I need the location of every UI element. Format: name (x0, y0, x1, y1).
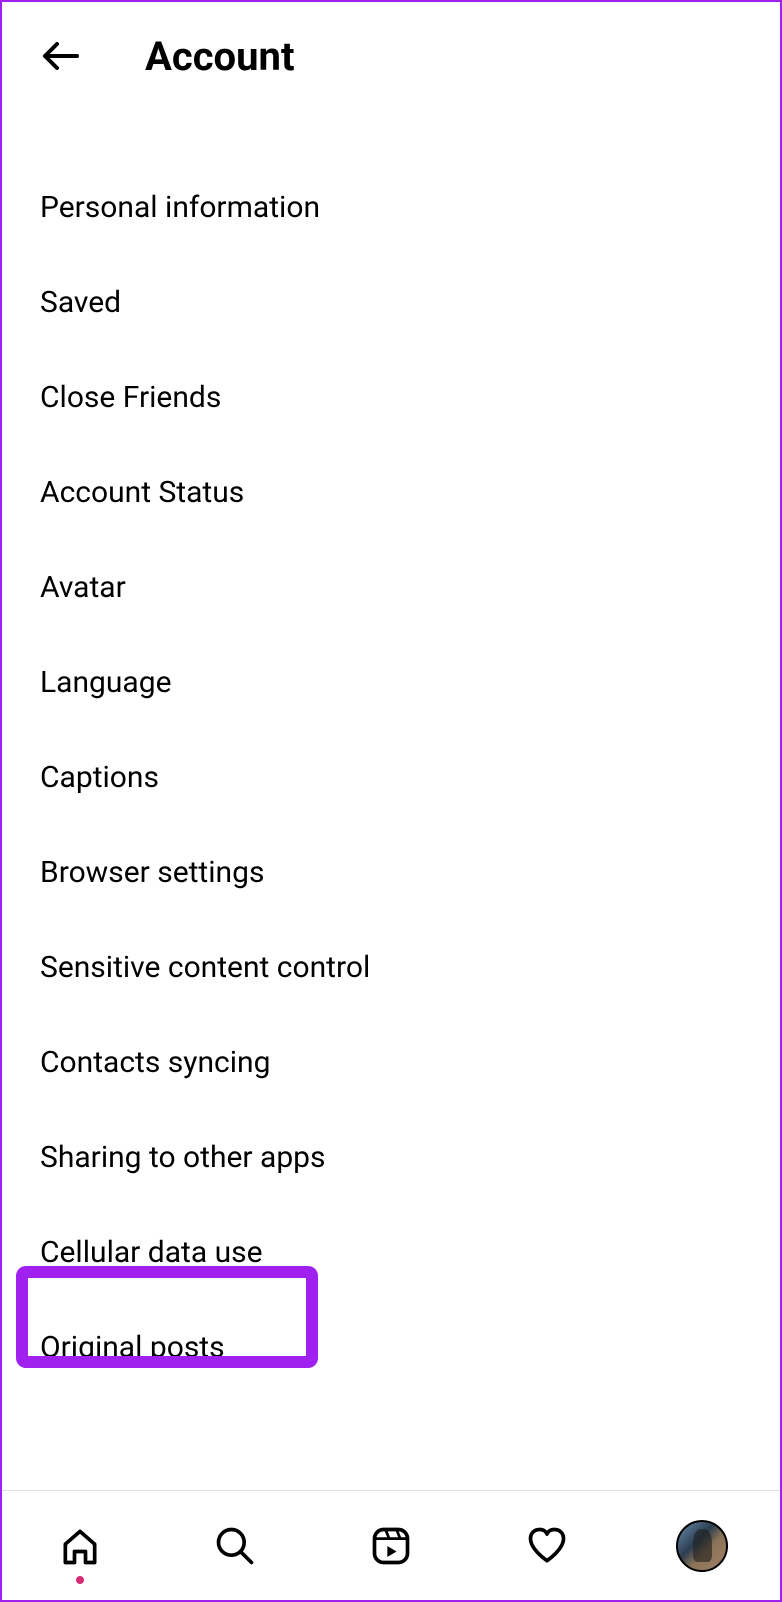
menu-item-label: Close Friends (40, 380, 221, 415)
menu-item-captions[interactable]: Captions (2, 730, 780, 825)
menu-item-label: Contacts syncing (40, 1045, 270, 1080)
menu-item-label: Language (40, 665, 172, 700)
menu-item-label: Personal information (40, 190, 320, 225)
menu-item-personal-information[interactable]: Personal information (2, 160, 780, 255)
nav-activity[interactable] (521, 1520, 573, 1572)
search-icon (213, 1524, 257, 1568)
account-menu-list: Personal information Saved Close Friends… (2, 110, 780, 1395)
menu-item-avatar[interactable]: Avatar (2, 540, 780, 635)
page-title: Account (145, 33, 295, 80)
menu-item-sensitive-content[interactable]: Sensitive content control (2, 920, 780, 1015)
menu-item-label: Cellular data use (40, 1235, 263, 1270)
menu-item-close-friends[interactable]: Close Friends (2, 350, 780, 445)
menu-item-saved[interactable]: Saved (2, 255, 780, 350)
profile-avatar-icon (676, 1520, 728, 1572)
back-button[interactable] (37, 32, 85, 80)
reels-icon (369, 1524, 413, 1568)
menu-item-label: Saved (40, 285, 121, 320)
home-icon (58, 1524, 102, 1568)
nav-profile[interactable] (676, 1520, 728, 1572)
menu-item-label: Avatar (40, 570, 126, 605)
menu-item-label: Browser settings (40, 855, 264, 890)
header: Account (2, 2, 780, 110)
nav-search[interactable] (209, 1520, 261, 1572)
menu-item-cellular-data[interactable]: Cellular data use (2, 1205, 780, 1300)
nav-home[interactable] (54, 1520, 106, 1572)
nav-reels[interactable] (365, 1520, 417, 1572)
menu-item-label: Original posts (40, 1330, 225, 1365)
back-arrow-icon (37, 32, 85, 80)
nav-indicator-dot (76, 1576, 84, 1584)
menu-item-contacts-syncing[interactable]: Contacts syncing (2, 1015, 780, 1110)
menu-item-account-status[interactable]: Account Status (2, 445, 780, 540)
menu-item-browser-settings[interactable]: Browser settings (2, 825, 780, 920)
menu-item-language[interactable]: Language (2, 635, 780, 730)
menu-item-label: Sharing to other apps (40, 1140, 326, 1175)
bottom-navigation (2, 1490, 780, 1600)
heart-icon (525, 1524, 569, 1568)
menu-item-label: Captions (40, 760, 159, 795)
menu-item-original-posts[interactable]: Original posts (2, 1300, 780, 1395)
menu-item-label: Sensitive content control (40, 950, 370, 985)
menu-item-sharing-apps[interactable]: Sharing to other apps (2, 1110, 780, 1205)
menu-item-label: Account Status (40, 475, 244, 510)
